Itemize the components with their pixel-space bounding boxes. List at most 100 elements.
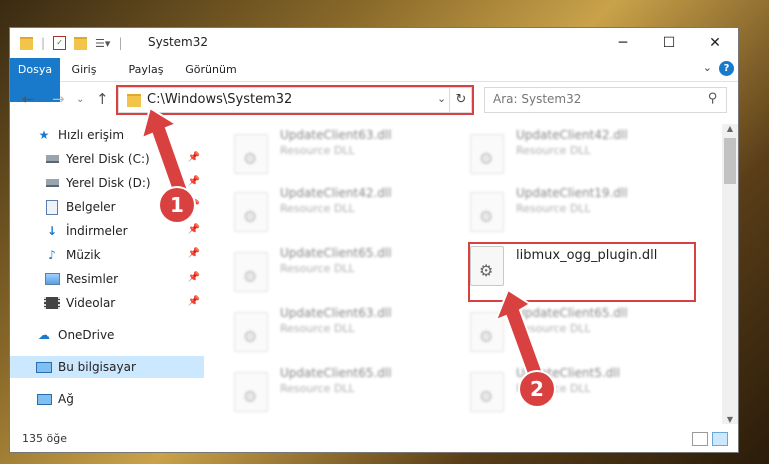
- navigation-pane: ★ Hızlı erişim Yerel Disk (C:) 📌 Yerel D…: [10, 124, 204, 414]
- minimize-button[interactable]: ─: [600, 28, 646, 58]
- pictures-icon: [44, 272, 60, 286]
- sidebar-item-videos[interactable]: Videolar 📌: [10, 292, 204, 314]
- customize-icon[interactable]: ☰▾: [95, 37, 110, 50]
- file-item[interactable]: ⚙ UpdateClient42.dll Resource DLL: [470, 128, 690, 174]
- pin-icon[interactable]: 📌: [188, 152, 200, 163]
- gear-icon: ⚙: [243, 327, 258, 346]
- file-type: Resource DLL: [280, 144, 355, 157]
- file-type: Resource DLL: [280, 382, 355, 395]
- sidebar-item-label: Müzik: [66, 248, 101, 262]
- sidebar-item-quick-access[interactable]: ★ Hızlı erişim: [10, 124, 204, 146]
- file-type: Resource DLL: [280, 202, 355, 215]
- dll-file-icon: ⚙: [470, 312, 504, 352]
- gear-icon: ⚙: [479, 149, 494, 168]
- file-name: UpdateClient65.dll: [516, 306, 628, 320]
- file-item[interactable]: ⚙ UpdateClient63.dll Resource DLL: [234, 306, 454, 352]
- gear-icon: ⚙: [243, 267, 258, 286]
- pin-icon[interactable]: 📌: [188, 224, 200, 235]
- quick-access-toolbar: | ✓ ☰▾ |: [20, 34, 122, 52]
- new-folder-icon[interactable]: [74, 36, 88, 50]
- explorer-window: | ✓ ☰▾ | System32 ─ ☐ ✕ Dosya Giriş Payl…: [10, 28, 738, 452]
- cloud-icon: ☁: [38, 328, 50, 342]
- file-item[interactable]: ⚙ UpdateClient5.dll Resource DLL: [470, 366, 690, 412]
- tab-share[interactable]: Paylaş: [118, 58, 174, 81]
- window-title: System32: [148, 35, 209, 49]
- pin-icon[interactable]: 📌: [188, 296, 200, 307]
- search-icon[interactable]: ⚲: [708, 91, 718, 106]
- gear-icon: ⚙: [479, 387, 494, 406]
- dll-file-icon: ⚙: [470, 134, 504, 174]
- recent-dropdown-icon[interactable]: ⌄: [76, 94, 84, 105]
- file-item[interactable]: ⚙ UpdateClient65.dll Resource DLL: [470, 306, 690, 352]
- file-type: Resource DLL: [516, 144, 591, 157]
- sidebar-item-label: İndirmeler: [66, 224, 128, 238]
- dll-file-icon: ⚙: [234, 312, 268, 352]
- item-count: 135 öğe: [22, 432, 67, 445]
- folder-icon: [20, 36, 33, 50]
- search-box[interactable]: ⚲: [484, 87, 727, 113]
- dll-file-icon: ⚙: [234, 134, 268, 174]
- sidebar-item-network[interactable]: Ağ: [10, 388, 204, 410]
- pin-icon[interactable]: 📌: [188, 176, 200, 187]
- address-highlight: [116, 85, 474, 115]
- sidebar-item-label: Bu bilgisayar: [58, 360, 136, 374]
- tab-home[interactable]: Giriş: [60, 58, 108, 81]
- file-item[interactable]: ⚙ UpdateClient65.dll Resource DLL: [234, 246, 454, 292]
- sidebar-item-music[interactable]: ♪ Müzik 📌: [10, 244, 204, 266]
- video-icon: [44, 296, 60, 310]
- scroll-down-icon[interactable]: ▼: [722, 415, 738, 424]
- drive-icon: [44, 176, 60, 190]
- navigation-bar: ← → ⌄ ↑ C:\Windows\System32 ⌄ ↻ ⚲: [10, 82, 738, 118]
- sidebar-item-label: Yerel Disk (C:): [66, 152, 150, 166]
- sidebar-item-label: Belgeler: [66, 200, 116, 214]
- pin-icon[interactable]: 📌: [188, 248, 200, 259]
- file-name: UpdateClient65.dll: [280, 246, 392, 260]
- gear-icon: ⚙: [479, 327, 494, 346]
- file-type: Resource DLL: [516, 202, 591, 215]
- sidebar-item-this-pc[interactable]: Bu bilgisayar: [10, 356, 204, 378]
- file-item[interactable]: ⚙ UpdateClient42.dll Resource DLL: [234, 186, 454, 232]
- details-view-icon[interactable]: [692, 432, 708, 446]
- file-name: UpdateClient63.dll: [280, 306, 392, 320]
- expand-ribbon-icon[interactable]: ⌄: [703, 61, 712, 74]
- file-type: Resource DLL: [516, 322, 591, 335]
- file-type: Resource DLL: [280, 322, 355, 335]
- forward-arrow-icon[interactable]: →: [52, 90, 65, 108]
- close-button[interactable]: ✕: [692, 28, 738, 58]
- large-icons-view-icon[interactable]: [712, 432, 728, 446]
- sidebar-item-onedrive[interactable]: ☁ OneDrive: [10, 324, 204, 346]
- separator: |: [118, 36, 123, 50]
- scrollbar-thumb[interactable]: [724, 138, 736, 184]
- title-bar: | ✓ ☰▾ | System32 ─ ☐ ✕: [10, 28, 738, 58]
- sidebar-item-downloads[interactable]: ↓ İndirmeler 📌: [10, 220, 204, 242]
- gear-icon: ⚙: [479, 207, 494, 226]
- file-item[interactable]: ⚙ UpdateClient65.dll Resource DLL: [234, 366, 454, 412]
- file-item[interactable]: ⚙ UpdateClient19.dll Resource DLL: [470, 186, 690, 232]
- help-icon[interactable]: ?: [719, 61, 734, 76]
- annotation-number-1: 1: [160, 188, 194, 222]
- file-highlight: [468, 242, 696, 302]
- sidebar-item-label: Ağ: [58, 392, 74, 406]
- back-arrow-icon[interactable]: ←: [22, 90, 35, 108]
- scroll-up-icon[interactable]: ▲: [722, 124, 738, 133]
- sidebar-item-disk-c[interactable]: Yerel Disk (C:) 📌: [10, 148, 204, 170]
- vertical-scrollbar[interactable]: ▲ ▼: [722, 124, 738, 424]
- sidebar-item-label: Yerel Disk (D:): [66, 176, 151, 190]
- music-icon: ♪: [48, 248, 56, 262]
- sidebar-item-label: OneDrive: [58, 328, 115, 342]
- gear-icon: ⚙: [243, 207, 258, 226]
- sidebar-item-label: Resimler: [66, 272, 119, 286]
- file-name: UpdateClient65.dll: [280, 366, 392, 380]
- pin-icon[interactable]: 📌: [188, 272, 200, 283]
- file-item[interactable]: ⚙ UpdateClient63.dll Resource DLL: [234, 128, 454, 174]
- document-icon: [44, 199, 60, 215]
- search-input[interactable]: [491, 91, 695, 107]
- up-arrow-icon[interactable]: ↑: [96, 90, 109, 108]
- gear-icon: ⚙: [243, 149, 258, 168]
- sidebar-item-pictures[interactable]: Resimler 📌: [10, 268, 204, 290]
- maximize-button[interactable]: ☐: [646, 28, 692, 58]
- properties-icon[interactable]: ✓: [53, 36, 67, 50]
- file-name: UpdateClient19.dll: [516, 186, 628, 200]
- separator: |: [41, 36, 46, 50]
- tab-view[interactable]: Görünüm: [180, 58, 242, 81]
